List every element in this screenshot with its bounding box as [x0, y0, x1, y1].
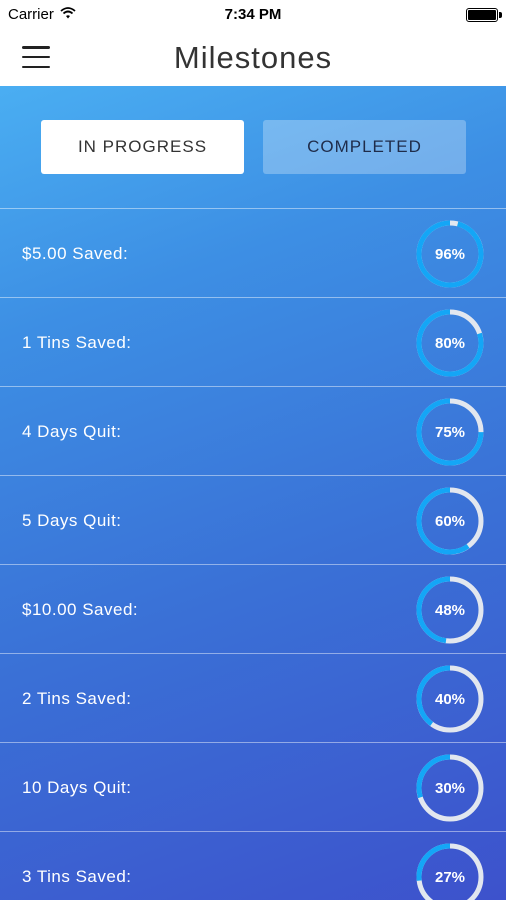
- milestone-label: 4 Days Quit:: [22, 422, 122, 441]
- progress-percent: 80%: [434, 334, 466, 352]
- progress-ring: 60%: [415, 486, 485, 556]
- milestone-label: 1 Tins Saved:: [22, 333, 132, 352]
- milestone-label: 5 Days Quit:: [22, 511, 122, 530]
- progress-ring: 30%: [415, 753, 485, 823]
- milestone-list: $5.00 Saved: 96% 1 Tins Saved: 80% 4 Days Qu…: [0, 208, 506, 900]
- progress-ring: 96%: [415, 219, 485, 289]
- milestone-row[interactable]: $10.00 Saved: 48%: [0, 564, 506, 653]
- progress-percent: 30%: [434, 779, 466, 797]
- status-time: 7:34 PM: [224, 6, 282, 23]
- milestone-label: $5.00 Saved:: [22, 244, 129, 263]
- tab-in-progress[interactable]: IN PROGRESS: [41, 120, 244, 174]
- status-bar: Carrier 7:34 PM: [0, 0, 506, 30]
- milestones-content: IN PROGRESS COMPLETED $5.00 Saved: 96% 1 T…: [0, 86, 506, 900]
- page-title: Milestones: [173, 40, 333, 75]
- progress-percent: 96%: [434, 245, 466, 263]
- milestone-row[interactable]: 1 Tins Saved: 80%: [0, 297, 506, 386]
- milestone-tabs: IN PROGRESS COMPLETED: [41, 120, 466, 174]
- milestone-label: 2 Tins Saved:: [22, 689, 132, 708]
- milestone-label: 3 Tins Saved:: [22, 867, 132, 886]
- milestone-row[interactable]: 3 Tins Saved: 27%: [0, 831, 506, 900]
- milestone-row[interactable]: 4 Days Quit: 75%: [0, 386, 506, 475]
- progress-percent: 40%: [434, 690, 466, 708]
- progress-ring: 48%: [415, 575, 485, 645]
- milestone-label: $10.00 Saved:: [22, 600, 139, 619]
- nav-bar: Milestones: [0, 30, 506, 86]
- milestone-row[interactable]: 10 Days Quit: 30%: [0, 742, 506, 831]
- progress-percent: 48%: [434, 601, 466, 619]
- milestone-label: 10 Days Quit:: [22, 778, 132, 797]
- milestone-row[interactable]: 5 Days Quit: 60%: [0, 475, 506, 564]
- progress-ring: 27%: [415, 842, 485, 900]
- progress-percent: 27%: [434, 868, 466, 886]
- progress-ring: 80%: [415, 308, 485, 378]
- tab-completed[interactable]: COMPLETED: [263, 120, 466, 174]
- progress-ring: 40%: [415, 664, 485, 734]
- progress-percent: 75%: [434, 423, 466, 441]
- progress-ring: 75%: [415, 397, 485, 467]
- milestone-row[interactable]: 2 Tins Saved: 40%: [0, 653, 506, 742]
- progress-percent: 60%: [434, 512, 466, 530]
- battery-icon: [466, 8, 502, 22]
- milestone-row[interactable]: $5.00 Saved: 96%: [0, 208, 506, 297]
